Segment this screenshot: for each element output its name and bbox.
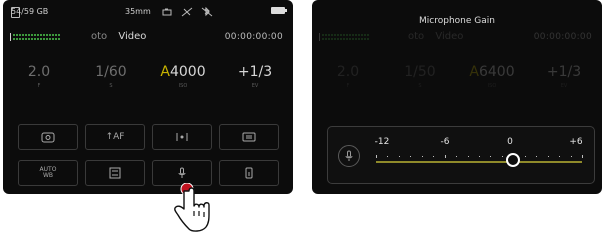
microphone-icon	[178, 167, 186, 178]
no-bluetooth-icon	[201, 6, 213, 19]
audio-level-meter	[319, 32, 370, 42]
scale-tick	[536, 156, 538, 157]
scale-tick	[479, 156, 480, 157]
page-title: Microphone Gain	[419, 16, 495, 26]
timecode: 00:00:00:00	[224, 32, 283, 42]
timecode: 00:00:00:00	[533, 32, 592, 42]
mode-tabs: oto Video	[408, 31, 471, 42]
auto-wb-label: AUTO WB	[39, 166, 57, 179]
white-balance-icon	[242, 132, 256, 142]
iso-value: A6400 ISO	[469, 64, 515, 89]
scale-label-mid-low: -6	[440, 137, 450, 147]
export-button[interactable]	[219, 160, 279, 186]
scale-tick	[444, 155, 446, 158]
af-mode-button[interactable]: ↑AF	[85, 124, 145, 150]
white-balance-button[interactable]	[219, 124, 279, 150]
scale-tick	[570, 156, 572, 157]
auto-wb-button[interactable]: AUTO WB	[18, 160, 78, 186]
microphone-gain-slider-panel: -12 -6 0 +6	[327, 126, 595, 184]
photo-format-icon	[109, 167, 121, 179]
mode-tabs: oto Video	[91, 31, 154, 42]
scale-tick	[410, 156, 412, 157]
tab-video[interactable]: Video	[118, 31, 146, 42]
battery-icon	[271, 7, 287, 14]
scale-label-min: -12	[374, 137, 390, 147]
exposure-row: 2.0 F 1/60 S A4000 ISO +1/3 EV	[3, 64, 293, 104]
microphone-gain-screen: Microphone Gain oto Video 00:00:00:00 2.…	[312, 0, 602, 194]
main-video-screen: 54/59 GB 35mm oto Video 00:00:00:00 2.0 …	[3, 0, 293, 194]
photo-format-button[interactable]	[85, 160, 145, 186]
scale-tick	[582, 155, 583, 158]
scale-tick	[421, 156, 423, 157]
aperture-value: 2.0 F	[336, 64, 360, 89]
slider-knob[interactable]	[506, 153, 521, 167]
tab-video: Video	[435, 31, 464, 42]
tab-photo[interactable]: oto	[91, 31, 107, 42]
tab-photo: oto	[408, 31, 425, 42]
audio-level-meter	[10, 32, 61, 42]
tap-hand-icon	[174, 183, 210, 232]
stabilizer-icon	[161, 7, 173, 19]
microphone-icon	[345, 150, 353, 161]
scale-tick	[456, 156, 458, 157]
scale-tick	[501, 156, 503, 157]
scale-tick	[490, 156, 492, 157]
scale-tick	[376, 155, 377, 158]
quick-menu-grid: ↑AF AUTO WB	[18, 124, 280, 188]
camera-settings-icon	[41, 132, 55, 143]
scale-tick	[387, 156, 389, 157]
camera-settings-button[interactable]	[18, 124, 78, 150]
ev-value: +1/3 EV	[546, 64, 582, 89]
storage-status: 54/59 GB	[11, 7, 49, 18]
scale-tick	[559, 156, 561, 157]
shutter-value: 1/50 S	[404, 64, 436, 89]
iso-value[interactable]: A4000 ISO	[147, 64, 219, 89]
aperture-value[interactable]: 2.0 F	[3, 64, 75, 89]
exposure-row: 2.0 F 1/50 S A6400 ISO +1/3 EV	[312, 64, 602, 104]
af-mode-label: ↑AF	[105, 132, 125, 142]
metering-button[interactable]	[152, 124, 212, 150]
storage-text: 54/59 GB	[11, 7, 49, 16]
metering-icon	[176, 133, 188, 141]
scale-label-max: +6	[569, 137, 583, 147]
scale-tick	[433, 156, 435, 157]
scale-tick	[398, 156, 400, 157]
lens-text: 35mm	[125, 7, 151, 16]
scale-tick	[547, 156, 549, 157]
shutter-value[interactable]: 1/60 S	[75, 64, 147, 89]
scale-label-zero: 0	[507, 137, 513, 147]
no-gps-icon	[181, 7, 193, 19]
status-bar: 54/59 GB 35mm	[11, 6, 287, 21]
slider-track[interactable]	[376, 161, 582, 163]
microphone-button[interactable]	[338, 145, 360, 167]
scale-tick	[524, 156, 526, 157]
scale-tick	[467, 156, 469, 157]
ev-value[interactable]: +1/3 EV	[219, 64, 291, 89]
export-icon	[245, 167, 253, 179]
